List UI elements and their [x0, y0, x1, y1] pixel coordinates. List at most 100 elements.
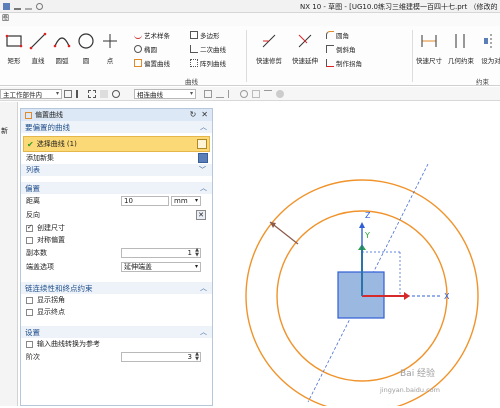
curve-rule-combo[interactable]: 相连曲线: [134, 88, 196, 99]
show-endpoints-checkbox[interactable]: [26, 308, 33, 316]
chevron-up-icon[interactable]: ︿: [200, 283, 207, 293]
quick-extend-tool[interactable]: 快速延伸: [288, 32, 322, 65]
point-tool[interactable]: 点: [100, 32, 120, 65]
symmetric-label: 设为对: [481, 57, 500, 65]
dialog-title: 偏置曲线: [35, 111, 63, 119]
close-icon[interactable]: ✕: [201, 110, 208, 119]
polygon-tool[interactable]: 多边形: [190, 30, 220, 40]
select-all-icon[interactable]: [100, 89, 108, 98]
fillet-tool[interactable]: 圆角: [326, 30, 349, 40]
snap-midpoint-icon[interactable]: [228, 89, 236, 98]
art-spline-tool[interactable]: 艺术样条: [134, 30, 170, 40]
redo-icon[interactable]: [25, 3, 32, 10]
create-dimension-checkbox[interactable]: [26, 223, 33, 232]
undo-icon[interactable]: [14, 3, 21, 10]
geometric-constraints-tool[interactable]: 几何约束: [446, 32, 476, 65]
distance-unit: mm: [174, 197, 188, 205]
make-corner-tool[interactable]: 制作拐角: [326, 58, 362, 68]
chevron-up-icon[interactable]: ︿: [200, 122, 207, 132]
point-icon: [103, 34, 117, 48]
sketch-canvas[interactable]: X Y Z: [214, 102, 500, 408]
snap-center-icon[interactable]: [240, 89, 248, 98]
chevron-down-icon[interactable]: ﹀: [199, 165, 206, 175]
z-axis-label: Z: [365, 211, 371, 220]
view-icon[interactable]: [112, 89, 120, 98]
pattern-curve-label: 阵列曲线: [200, 60, 226, 68]
chevron-up-icon[interactable]: ︿: [200, 183, 207, 193]
work-part-filter-combo[interactable]: 主工作部件内: [0, 88, 62, 99]
rapid-dimension-label: 快速尺寸: [416, 57, 442, 65]
pattern-curve-tool[interactable]: 阵列曲线: [190, 58, 226, 68]
order-spinner[interactable]: ▲ ▼: [195, 352, 199, 362]
show-corners-checkbox[interactable]: [26, 296, 33, 304]
chamfer-tool[interactable]: 倒斜角: [326, 44, 356, 54]
snap-quadrant-icon[interactable]: [252, 89, 260, 98]
cap-options-select[interactable]: 延伸端盖 ▾: [121, 262, 201, 272]
convert-reference-row[interactable]: 输入曲线转换为参考: [21, 338, 212, 350]
copies-spinner[interactable]: ▲ ▼: [195, 248, 199, 258]
order-value: 3: [187, 353, 192, 361]
menu-item-graphics[interactable]: 图: [2, 14, 9, 22]
distance-unit-select[interactable]: mm ▾: [171, 196, 201, 206]
line-label: 直线: [31, 57, 45, 65]
ellipse-tool[interactable]: 椭圆: [134, 44, 157, 54]
section-settings[interactable]: 设置 ︿: [21, 326, 212, 338]
cap-options-row: 端盖选项 延伸端盖 ▾: [21, 260, 212, 274]
distance-input[interactable]: 10: [121, 196, 169, 206]
symmetric-offset-row[interactable]: 对称偏置: [21, 234, 212, 246]
copies-label: 副本数: [26, 249, 47, 257]
circle-tool[interactable]: 圆: [76, 32, 96, 65]
symmetric-tool[interactable]: 设为对: [478, 32, 500, 65]
watermark-brand: Bai 经验: [400, 369, 436, 379]
copies-input[interactable]: 1 ▲ ▼: [121, 248, 201, 258]
ribbon-separator-2: [412, 30, 413, 82]
reverse-direction-icon[interactable]: ✕: [196, 210, 206, 220]
distance-row: 距离 10 mm ▾: [21, 194, 212, 208]
snap-point-icon[interactable]: [276, 89, 284, 98]
offset-curve-dialog: 偏置曲线 ↻ ✕ 要偏置的曲线 ︿ ✔ 选择曲线 (1) 添加新集 列表 ﹀ 偏…: [20, 108, 213, 406]
section-curves[interactable]: 要偏置的曲线 ︿: [21, 121, 212, 133]
polygon-label: 多边形: [200, 32, 220, 40]
add-set-icon[interactable]: [198, 153, 208, 163]
select-curve-row[interactable]: ✔ 选择曲线 (1): [23, 136, 210, 152]
convert-reference-checkbox[interactable]: [26, 340, 33, 348]
reset-icon[interactable]: ↻: [190, 110, 197, 119]
pattern-icon: [190, 59, 198, 67]
x-arrowhead-icon: [404, 292, 410, 300]
offset-curve-icon: [134, 59, 142, 67]
offset-curve-tool[interactable]: 偏置曲线: [134, 58, 170, 68]
curve-select-icon[interactable]: [197, 139, 207, 149]
symmetric-offset-checkbox[interactable]: [26, 236, 33, 244]
conic-tool[interactable]: 二次曲线: [190, 44, 226, 54]
chevron-up-icon[interactable]: ︿: [200, 327, 207, 337]
settings-icon[interactable]: [36, 2, 43, 10]
snap-endpoint-icon[interactable]: [216, 90, 224, 98]
line-tool[interactable]: 直线: [28, 32, 48, 65]
section-curves-title: 要偏置的曲线: [25, 122, 70, 132]
chamfer-icon: [326, 45, 334, 53]
graphics-viewport[interactable]: X Y Z: [214, 102, 500, 408]
show-corners-row[interactable]: 显示拐角: [21, 294, 212, 306]
section-chain[interactable]: 链连续性和终点约束 ︿: [21, 282, 212, 294]
select-box-icon[interactable]: [88, 89, 96, 98]
list-row[interactable]: 列表 ﹀: [21, 164, 212, 176]
rect-tool[interactable]: 矩形: [4, 32, 24, 65]
dialog-icon: [25, 111, 32, 119]
add-new-set-row[interactable]: 添加新集: [21, 152, 212, 164]
snap-icon[interactable]: [204, 89, 212, 98]
create-dimension-row[interactable]: 创建尺寸: [21, 222, 212, 234]
rapid-dimension-tool[interactable]: 快速尺寸: [414, 32, 444, 65]
select-arrow-icon[interactable]: [76, 89, 84, 98]
section-offset[interactable]: 偏置 ︿: [21, 182, 212, 194]
resource-bar: 新: [0, 102, 18, 406]
point-label: 点: [106, 57, 114, 65]
art-spline-label: 艺术样条: [144, 32, 170, 40]
quick-trim-tool[interactable]: 快速修剪: [252, 32, 286, 65]
order-input[interactable]: 3 ▲ ▼: [121, 352, 201, 362]
save-icon[interactable]: [3, 2, 10, 10]
filter-icon[interactable]: [64, 89, 72, 98]
arc-tool[interactable]: 圆弧: [52, 32, 72, 65]
convert-reference-label: 输入曲线转换为参考: [37, 340, 100, 348]
show-endpoints-row[interactable]: 显示终点: [21, 306, 212, 318]
snap-intersection-icon[interactable]: [264, 89, 272, 98]
